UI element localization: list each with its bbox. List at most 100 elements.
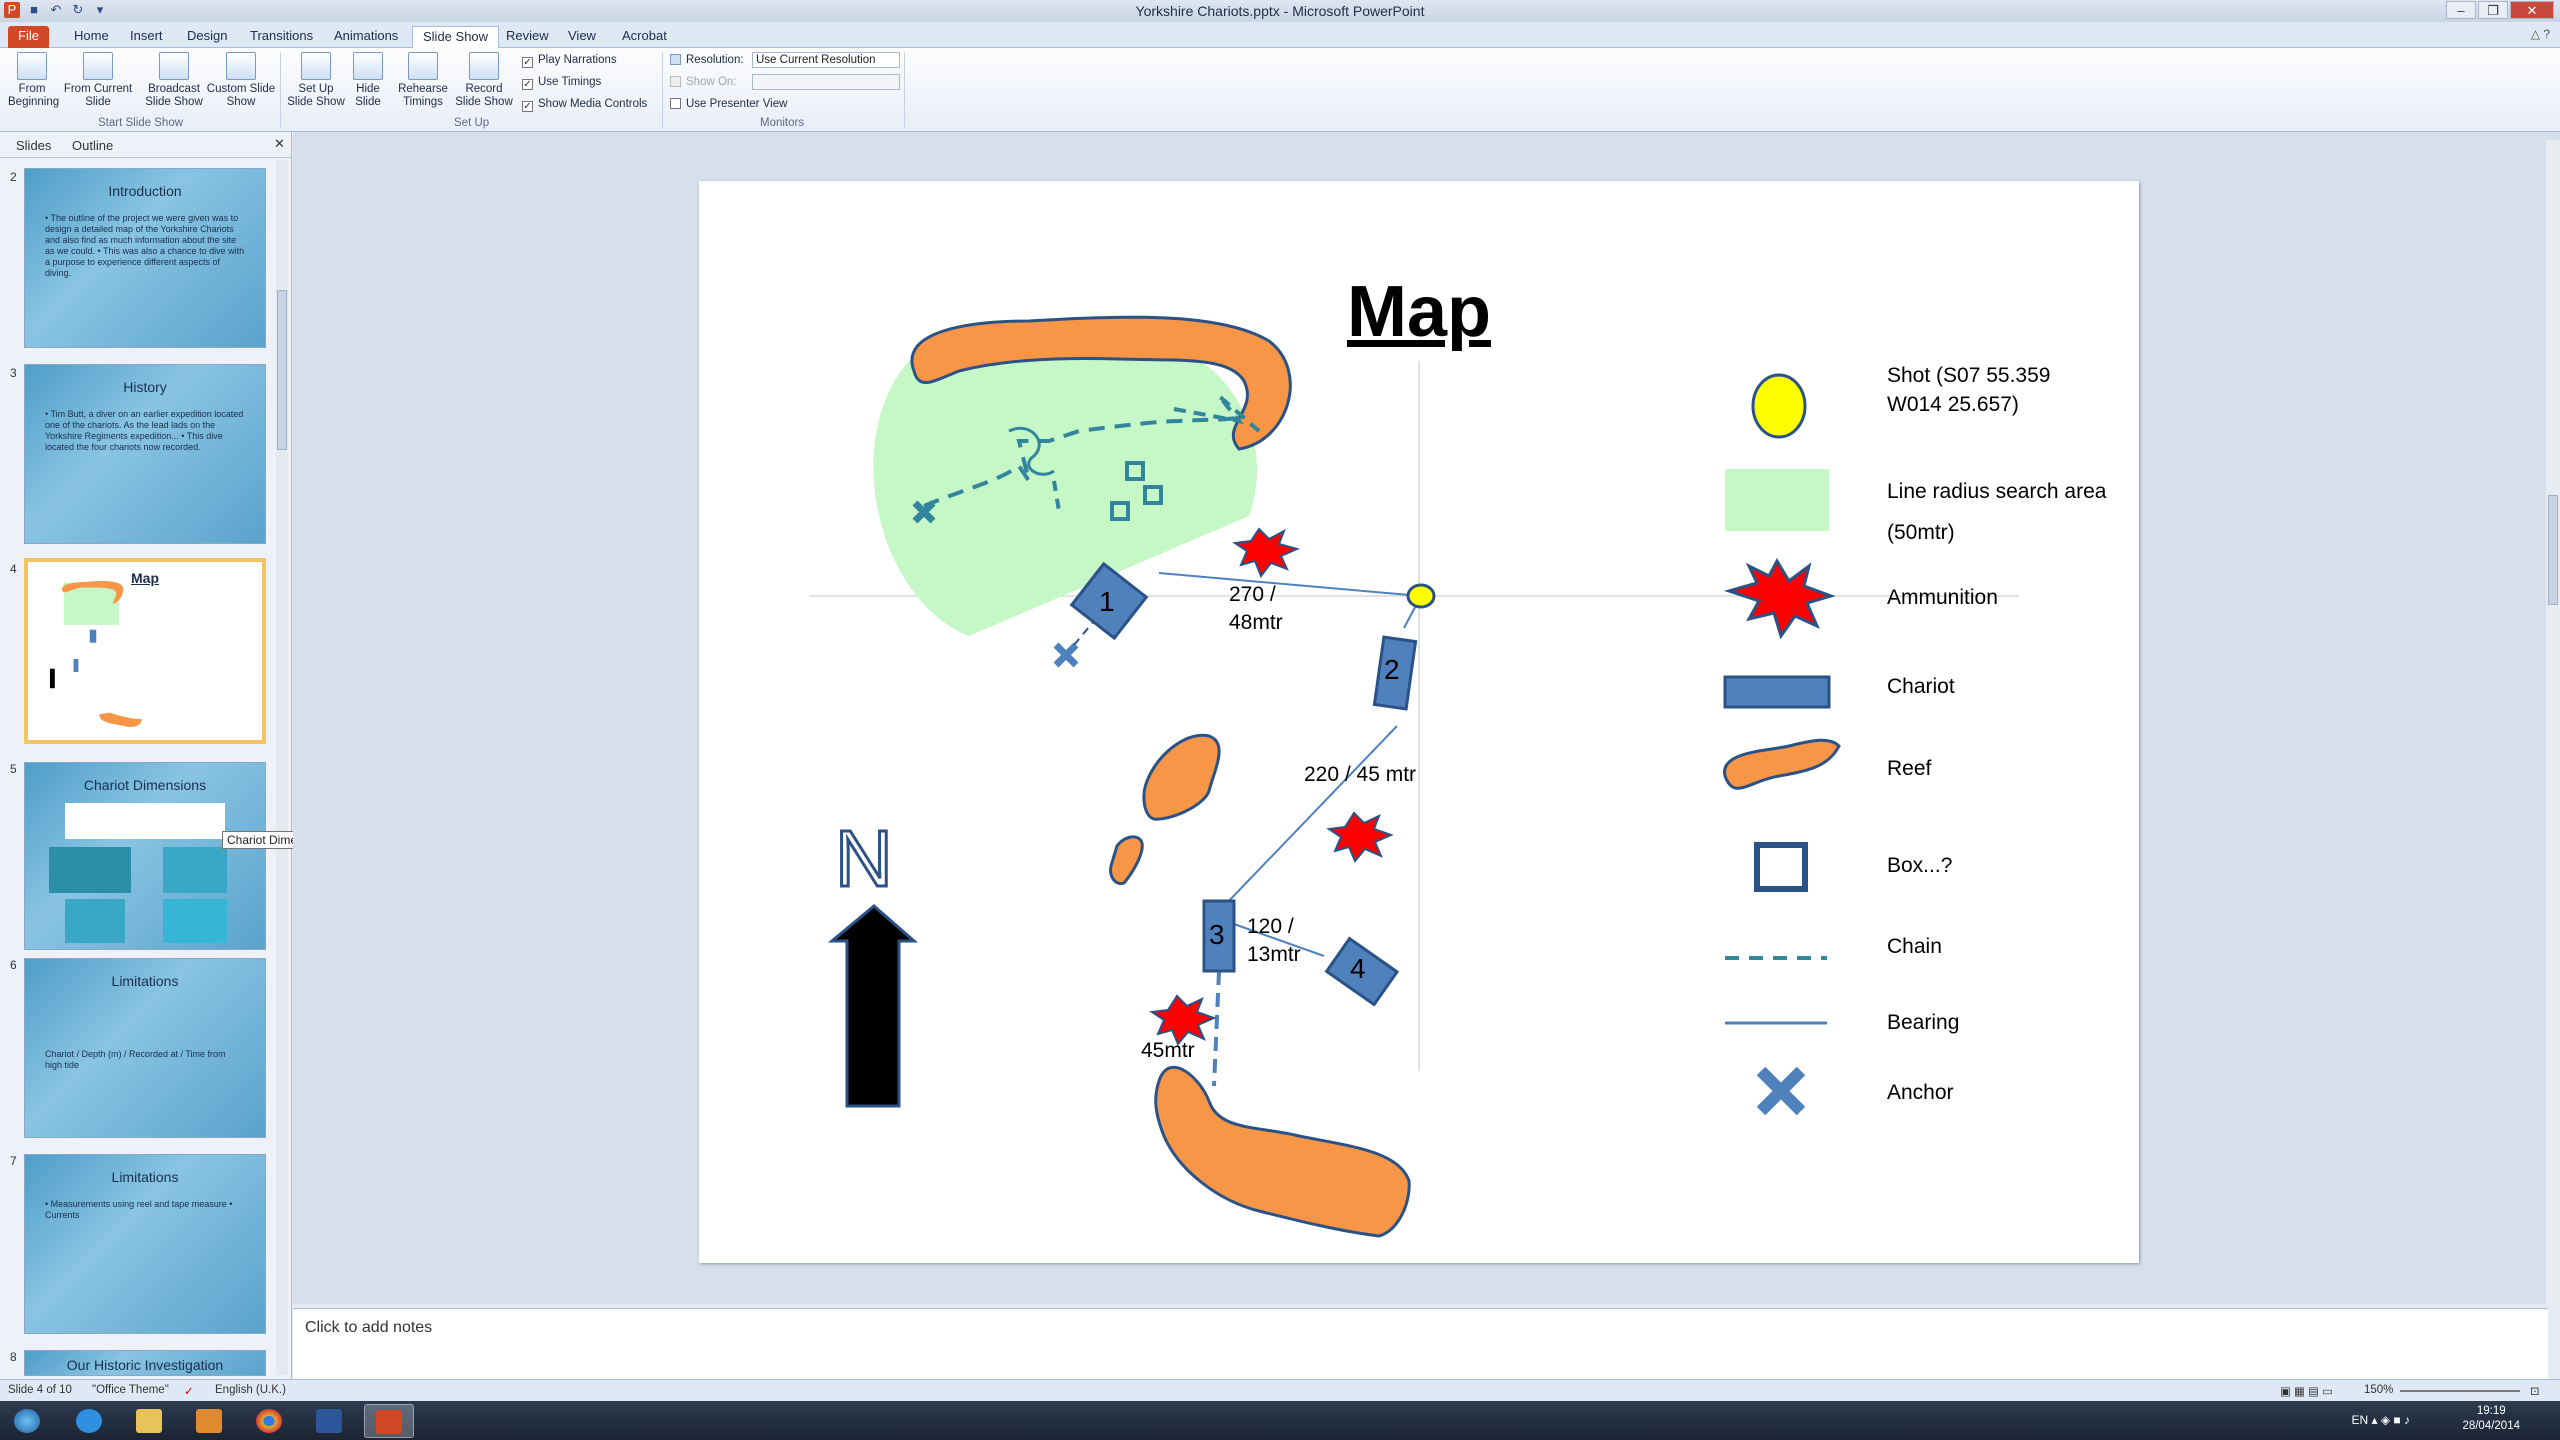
language[interactable]: English (U.K.)	[215, 1384, 286, 1396]
use-timings-checkbox[interactable]: ✓ Use Timings	[522, 76, 601, 90]
broadcast-icon	[159, 52, 189, 80]
monitor-icon	[670, 76, 681, 87]
slide-thumbnail[interactable]: History • Tim Butt, a diver on an earlie…	[24, 364, 266, 544]
shot-icon	[1751, 373, 1807, 439]
hide-slide-button[interactable]: Hide Slide	[350, 52, 386, 109]
tab-view[interactable]: View	[558, 26, 606, 48]
ribbon-tabs: File Home Insert Design Transitions Anim…	[0, 22, 2560, 48]
media-player-icon	[196, 1409, 222, 1433]
taskbar-word[interactable]	[304, 1404, 354, 1438]
chain-line	[1212, 970, 1221, 1087]
tab-file[interactable]: File	[8, 26, 49, 48]
input-language[interactable]: EN	[2351, 1413, 2368, 1427]
taskbar-powerpoint[interactable]	[364, 1404, 414, 1438]
clock[interactable]: 19:19 28/04/2014	[2462, 1404, 2520, 1434]
notes-pane[interactable]: Click to add notes	[293, 1308, 2548, 1379]
check-icon: ✓	[522, 101, 533, 112]
hide-slide-icon	[353, 52, 383, 80]
slide-thumbnail[interactable]: Our Historic Investigation	[24, 1350, 266, 1376]
slideshow-icon	[17, 52, 47, 80]
start-button[interactable]	[2, 1404, 52, 1438]
status-bar: Slide 4 of 10 "Office Theme" ✓ English (…	[0, 1379, 2560, 1401]
window-title: Yorkshire Chariots.pptx - Microsoft Powe…	[1135, 3, 1425, 19]
ammunition-marker	[1326, 811, 1394, 863]
group-separator	[280, 52, 281, 128]
show-on-dropdown[interactable]	[752, 74, 900, 90]
anchor-marker	[1053, 642, 1079, 668]
bearing-label: 270 /	[1229, 583, 1276, 606]
group-start-label: Start Slide Show	[98, 117, 184, 129]
rehearse-timings-button[interactable]: Rehearse Timings	[396, 52, 450, 109]
dimensions-table	[65, 803, 225, 839]
chariot-label: 2	[1384, 654, 1400, 685]
chrome-icon	[256, 1409, 282, 1433]
help-icon[interactable]: △ ?	[2531, 27, 2550, 41]
spellcheck-icon[interactable]: ✓	[184, 1384, 194, 1398]
zoom-level[interactable]: 150%	[2364, 1384, 2393, 1396]
show-media-controls-checkbox[interactable]: ✓ Show Media Controls	[522, 98, 647, 112]
bearing-label: 120 /	[1247, 915, 1294, 938]
from-current-slide-button[interactable]: From Current Slide	[62, 52, 134, 109]
chariot-icon	[1723, 675, 1831, 709]
tab-design[interactable]: Design	[177, 26, 237, 48]
editor-scrollbar[interactable]	[2546, 140, 2560, 1305]
taskbar-explorer[interactable]	[124, 1404, 174, 1438]
slide-thumbnail[interactable]: Limitations • Measurements using reel an…	[24, 1154, 266, 1334]
thumb-text: • The outline of the project we were giv…	[45, 213, 245, 278]
bearing-label: 220 / 45 mtr	[1304, 763, 1417, 786]
tab-insert[interactable]: Insert	[120, 26, 173, 48]
taskbar-chrome[interactable]	[244, 1404, 294, 1438]
fit-slide-icon[interactable]: ⊡	[2530, 1384, 2540, 1398]
slide-thumbnail[interactable]: Limitations Chariot / Depth (m) / Record…	[24, 958, 266, 1138]
ammunition-marker	[1149, 994, 1217, 1046]
custom-slide-show-button[interactable]: Custom Slide Show	[206, 52, 276, 109]
slide-thumbnail-selected[interactable]: Map	[24, 558, 266, 744]
from-beginning-button[interactable]: From Beginning	[8, 52, 59, 109]
tab-slide-show[interactable]: Slide Show	[412, 26, 500, 48]
tab-transitions[interactable]: Transitions	[240, 26, 323, 48]
title-bar: P ■ ↶ ↻ ▾ Yorkshire Chariots.pptx - Micr…	[0, 0, 2560, 22]
tab-home[interactable]: Home	[64, 26, 119, 48]
ribbon: From Beginning From Current Slide Broadc…	[0, 48, 2560, 132]
thumbnails-scrollbar[interactable]	[276, 160, 288, 1375]
tab-animations[interactable]: Animations	[324, 26, 408, 48]
slide-count: Slide 4 of 10	[8, 1384, 72, 1396]
view-buttons[interactable]: ▣ ▦ ▤ ▭	[2280, 1384, 2333, 1398]
legend-label-anchor: Anchor	[1887, 1081, 1954, 1104]
maximize-button[interactable]: ❐	[2478, 1, 2508, 19]
resolution-label: Resolution:	[670, 54, 744, 66]
tab-acrobat[interactable]: Acrobat	[612, 26, 677, 48]
slide-thumbnail[interactable]: Introduction • The outline of the projec…	[24, 168, 266, 348]
taskbar-ie[interactable]	[64, 1404, 114, 1438]
play-narrations-checkbox[interactable]: ✓ Play Narrations	[522, 54, 617, 68]
resolution-dropdown[interactable]: Use Current Resolution	[752, 52, 900, 68]
close-pane-icon[interactable]: ✕	[274, 136, 285, 152]
bearing-line	[1223, 725, 1398, 907]
minimize-button[interactable]: –	[2446, 1, 2476, 19]
taskbar-media[interactable]	[184, 1404, 234, 1438]
setup-slide-show-button[interactable]: Set Up Slide Show	[286, 52, 346, 109]
north-arrow	[827, 904, 918, 1108]
ie-icon	[76, 1409, 102, 1433]
tab-review[interactable]: Review	[496, 26, 559, 48]
close-button[interactable]: ✕	[2510, 1, 2554, 19]
slide-canvas[interactable]: Map N 1 2 3 4 270 / 48mtr 220 / 45 mtr 1…	[699, 181, 2139, 1263]
scrollbar-thumb[interactable]	[277, 290, 287, 450]
photo	[163, 847, 227, 893]
timer-icon	[408, 52, 438, 80]
tab-outline[interactable]: Outline	[72, 138, 113, 153]
record-slide-show-button[interactable]: Record Slide Show	[452, 52, 516, 109]
presenter-view-checkbox[interactable]: Use Presenter View	[670, 98, 787, 110]
pane-tabs: Slides Outline ✕	[0, 132, 291, 158]
slide-title: Map	[1347, 272, 1491, 352]
zoom-slider[interactable]	[2400, 1390, 2520, 1392]
legend-label-search: Line radius search area (50mtr)	[1887, 480, 2107, 544]
legend-label-box: Box...?	[1887, 854, 1953, 877]
slide-editor: Map N 1 2 3 4 270 / 48mtr 220 / 45 mtr 1…	[293, 132, 2560, 1304]
thumb-title: Chariot Dimensions	[83, 777, 207, 793]
broadcast-button[interactable]: Broadcast Slide Show	[140, 52, 208, 109]
chariot-label: 1	[1099, 586, 1115, 617]
slide-thumbnail[interactable]: Chariot Dimensions	[24, 762, 266, 950]
scrollbar-thumb[interactable]	[2548, 495, 2558, 605]
tab-slides[interactable]: Slides	[16, 138, 51, 153]
